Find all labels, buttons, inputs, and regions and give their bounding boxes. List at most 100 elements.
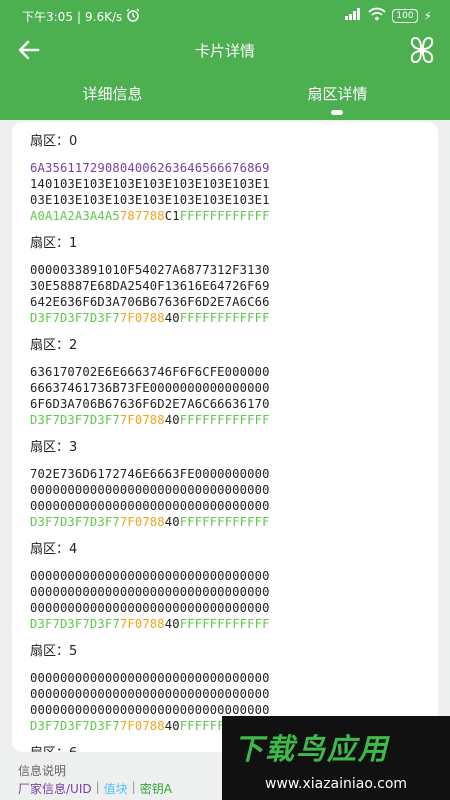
sector-data-line: D3F7D3F7D3F77F078840FFFFFFFFFFFF (30, 310, 438, 326)
hex-segment: 00000000000000000000000000000000 (30, 671, 270, 685)
sector-data-line: 00000000000000000000000000000000 (30, 482, 438, 498)
sector-title: 扇区：2 (30, 338, 78, 353)
wifi-icon (368, 7, 387, 24)
hex-segment: FFFFFFFFFFFF (179, 413, 270, 427)
info-label: 信息说明 (18, 764, 67, 778)
sector-data-line: 140103E103E103E103E103E103E103E1 (30, 176, 438, 192)
hex-segment: 40 (164, 515, 180, 529)
page-title: 卡片详情 (194, 42, 255, 60)
hex-segment: 30E58887E68DA2540F13616E64726F69 (30, 279, 270, 293)
sector-data-line: 702E736D6172746E6663FE0000000000 (30, 466, 438, 482)
hex-segment: 00000000000000000000000000000000 (30, 687, 270, 701)
sector-data-line: 636170702E6E6663746F6F6CFE000000 (30, 364, 438, 380)
hex-segment: 00000000000000000000000000000000 (30, 569, 270, 583)
hex-segment: 00000000000000000000000000000000 (30, 499, 270, 513)
sector-block: 扇区：1 0000033891010F54027A6877312F3130 30E5… (30, 234, 438, 326)
hex-segment: 00000000000000000000000000000000 (30, 483, 270, 497)
hex-segment: 40 (164, 413, 180, 427)
watermark-url: www.xiazainiao.com (264, 776, 408, 792)
status-speed: 9.6K/s (85, 9, 123, 24)
tab-indicator (331, 110, 343, 115)
hex-segment: D3F7D3F7D3F7 (30, 311, 120, 325)
sector-title: 扇区：3 (30, 440, 78, 455)
hex-segment: 00000000000000000000000000000000 (30, 601, 270, 615)
hex-segment: 03E103E103E103E103E103E103E103E1 (30, 193, 270, 207)
hex-segment: FFFFFFFFFFFF (179, 311, 270, 325)
battery-icon: 100 (392, 8, 418, 23)
hex-segment: A0A1A2A3A4A5 (30, 209, 120, 223)
hex-segment: 6F6D3A706B67636F6D2E7A6C66636170 (30, 397, 270, 411)
hex-segment: D3F7D3F7D3F7 (30, 413, 120, 427)
sector-data-line: D3F7D3F7D3F77F078840FFFFFFFFFFFF (30, 514, 438, 530)
legend-item: 密钥A (139, 782, 172, 796)
hex-segment: 787788 (119, 209, 165, 223)
sector-data-line: 00000000000000000000000000000000 (30, 568, 438, 584)
sector-data-line: 00000000000000000000000000000000 (30, 498, 438, 514)
sector-block: 扇区：0 6A356117290804006263646566676869 1401… (30, 132, 438, 224)
sector-data: 6A356117290804006263646566676869 140103E1… (30, 160, 438, 224)
hex-segment: FFFFFFFFFFFF (179, 617, 270, 631)
sector-data-line: 6F6D3A706B67636F6D2E7A6C66636170 (30, 396, 438, 412)
hex-segment: 7F0788 (119, 719, 165, 733)
hex-segment: 40 (164, 617, 180, 631)
hex-segment: 636170702E6E6663746F6F6CFE000000 (30, 365, 270, 379)
status-left: 下午3:05 | 9.6K/s (22, 8, 140, 25)
hex-segment: FFFFFFFFFFFF (179, 209, 270, 223)
sector-data: 00000000000000000000000000000000 00000000… (30, 568, 438, 632)
watermark-logo: 下载鸟应用 www.xiazainiao.com (222, 716, 450, 800)
sector-data: 0000033891010F54027A6877312F3130 30E58887… (30, 262, 438, 326)
sector-data-line: 0000033891010F54027A6877312F3130 (30, 262, 438, 278)
hex-segment: 40 (164, 311, 180, 325)
sector-block: 扇区：4 00000000000000000000000000000000 0000… (30, 540, 438, 632)
sector-data: 702E736D6172746E6663FE0000000000 00000000… (30, 466, 438, 530)
hex-segment: 40 (164, 719, 180, 733)
signal-icon (344, 7, 362, 24)
hex-segment: 0000033891010F54027A6877312F3130 (30, 263, 270, 277)
sector-data: 636170702E6E6663746F6F6CFE000000 66637461… (30, 364, 438, 428)
sector-data-line: D3F7D3F7D3F77F078840FFFFFFFFFFFF (30, 412, 438, 428)
status-bar: 下午3:05 | 9.6K/s 100 ⚡ (0, 0, 450, 30)
legend-item: 厂家信息/UID (18, 782, 92, 796)
hex-segment: C1 (164, 209, 180, 223)
sector-list-card[interactable]: 扇区：0 6A356117290804006263646566676869 1401… (12, 122, 438, 752)
hex-segment: 00000000000000000000000000000000 (30, 585, 270, 599)
sector-data-line: D3F7D3F7D3F77F078840FFFFFFFFFFFF (30, 616, 438, 632)
watermark-brand: 下载鸟应用 (234, 732, 390, 766)
sector-title: 扇区：0 (30, 134, 78, 149)
info-legend: 厂家信息/UID | 值块 | 密钥A (18, 780, 172, 797)
hex-segment: 66637461736B73FE0000000000000000 (30, 381, 270, 395)
hex-segment: 6A356117290804006263646566676869 (30, 161, 270, 175)
legend-item: 值块 (103, 782, 128, 796)
sector-data-line: 66637461736B73FE0000000000000000 (30, 380, 438, 396)
hex-segment: 702E736D6172746E6663FE0000000000 (30, 467, 270, 481)
sector-data-line: 00000000000000000000000000000000 (30, 600, 438, 616)
status-separator: | (76, 9, 81, 24)
sector-list: 扇区：0 6A356117290804006263646566676869 1401… (12, 132, 438, 752)
hex-segment: 7F0788 (119, 311, 165, 325)
sector-data-line: 00000000000000000000000000000000 (30, 686, 438, 702)
sector-title: 扇区：5 (30, 644, 78, 659)
alarm-icon (126, 8, 140, 25)
tab-sector-details[interactable]: 扇区详情 (225, 83, 450, 104)
sector-data-line: 00000000000000000000000000000000 (30, 670, 438, 686)
status-right: 100 ⚡ (344, 7, 432, 24)
sector-block: 扇区：2 636170702E6E6663746F6F6CFE000000 6663… (30, 336, 438, 428)
sector-data-line: 642E636F6D3A706B67636F6D2E7A6C66 (30, 294, 438, 310)
hex-segment: 140103E103E103E103E103E103E103E1 (30, 177, 270, 191)
hex-segment: 7F0788 (119, 413, 165, 427)
hex-segment: 642E636F6D3A706B67636F6D2E7A6C66 (30, 295, 270, 309)
tab-details[interactable]: 详细信息 (0, 83, 225, 104)
legend-separator: | (95, 780, 100, 794)
hex-segment: FFFFFFFFFFFF (179, 515, 270, 529)
sector-data-line: 03E103E103E103E103E103E103E103E1 (30, 192, 438, 208)
hex-segment: 7F0788 (119, 515, 165, 529)
hex-segment: D3F7D3F7D3F7 (30, 719, 120, 733)
charging-icon: ⚡ (423, 8, 432, 23)
clover-menu-icon[interactable] (406, 35, 438, 65)
legend-separator: | (131, 780, 136, 794)
sector-block: 扇区：3 702E736D6172746E6663FE0000000000 0000… (30, 438, 438, 530)
sector-data-line: 00000000000000000000000000000000 (30, 584, 438, 600)
tab-bar: 详细信息 扇区详情 (0, 70, 450, 120)
hex-segment: 00000000000000000000000000000000 (30, 703, 270, 717)
hex-segment: 7F0788 (119, 617, 165, 631)
